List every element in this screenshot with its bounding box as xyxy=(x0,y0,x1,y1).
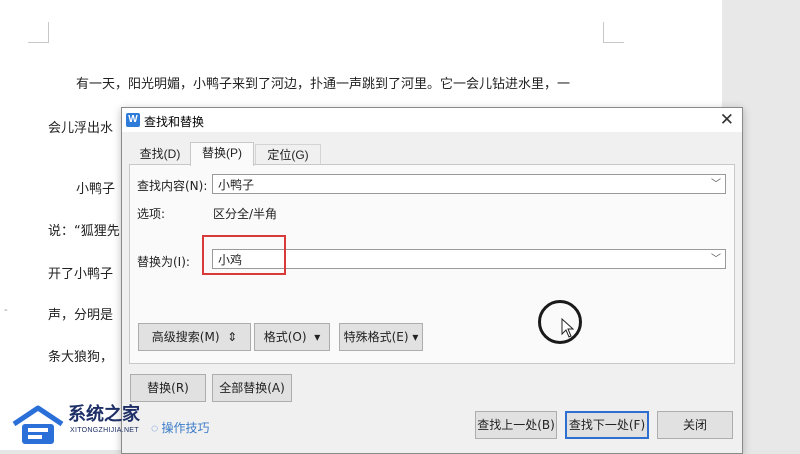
find-previous-button[interactable]: 查找上一处(B) xyxy=(475,411,557,439)
options-value: 区分全/半角 xyxy=(213,207,278,221)
advanced-search-button[interactable]: 高级搜索(M) ⇕ xyxy=(138,323,251,351)
chevron-down-icon[interactable]: ﹀ xyxy=(711,250,721,270)
document-text-line: 开了小鸭子 xyxy=(48,267,114,282)
watermark-subtitle: XITONGZHIJIA.NET xyxy=(70,427,139,434)
find-next-button[interactable]: 查找下一处(F) xyxy=(565,411,649,439)
document-text-line: 会儿浮出水 xyxy=(48,121,114,136)
document-text-line: 声，分明是 xyxy=(48,308,114,323)
chevron-down-icon[interactable]: ﹀ xyxy=(711,175,721,195)
margin-marker: - xyxy=(4,304,8,316)
replace-button[interactable]: 替换(R) xyxy=(130,374,206,402)
document-text-line: 小鸭子 xyxy=(76,182,116,197)
format-label: 格式(O) xyxy=(263,330,307,344)
watermark-title: 系统之家 xyxy=(68,404,140,425)
dropdown-arrow-icon: ▾ xyxy=(310,330,321,344)
tab-replace[interactable]: 替换(P) xyxy=(190,142,254,166)
special-format-label: 特殊格式(E) xyxy=(343,330,409,344)
tab-find[interactable]: 查找(D) xyxy=(131,144,189,164)
dialog-titlebar[interactable]: W 查找和替换 ✕ xyxy=(122,108,742,132)
replace-label: 替换为(I): xyxy=(137,255,190,269)
mouse-pointer-icon xyxy=(561,318,575,338)
click-indicator-ring xyxy=(538,300,582,344)
highlight-annotation xyxy=(202,235,286,275)
replace-all-button[interactable]: 全部替换(A) xyxy=(212,374,292,402)
tab-goto[interactable]: 定位(G) xyxy=(255,144,321,165)
document-text-line: 有一天，阳光明媚，小鸭子来到了河边，扑通一声跳到了河里。它一会儿钻进水里，一 xyxy=(76,77,571,92)
find-input-value: 小鸭子 xyxy=(218,178,255,192)
find-input[interactable]: 小鸭子 ﹀ xyxy=(212,174,726,194)
replace-input[interactable]: 小鸡 ﹀ xyxy=(212,249,726,269)
advanced-search-label: 高级搜索(M) xyxy=(151,330,220,344)
special-format-button[interactable]: 特殊格式(E) ▾ xyxy=(339,323,423,351)
document-text-line: 条大狼狗， xyxy=(48,350,114,365)
format-button[interactable]: 格式(O) ▾ xyxy=(254,323,330,351)
page-corner-mark-right xyxy=(603,22,624,43)
wps-writer-icon: W xyxy=(126,113,140,127)
dropdown-arrow-icon: ▾ xyxy=(412,330,419,344)
find-label: 查找内容(N): xyxy=(137,179,208,193)
close-button[interactable]: 关闭 xyxy=(657,411,733,439)
close-icon[interactable]: ✕ xyxy=(720,110,734,130)
dialog-title: 查找和替换 xyxy=(144,115,205,129)
options-label: 选项: xyxy=(137,207,166,221)
document-text-line: 说：“狐狸先 xyxy=(48,224,120,239)
find-replace-dialog: W 查找和替换 ✕ 查找(D) 替换(P) 定位(G) 查找内容(N): 小鸭子… xyxy=(121,107,743,454)
page-corner-mark-left xyxy=(28,22,49,43)
expand-arrows-icon: ⇕ xyxy=(223,330,238,344)
